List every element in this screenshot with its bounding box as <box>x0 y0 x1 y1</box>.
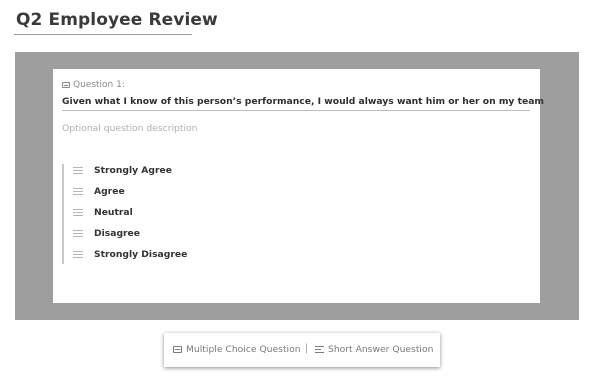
question-description-input[interactable]: Optional question description <box>62 123 197 134</box>
answer-options-list: Strongly Agree Agree Neutral Disagree St… <box>62 164 264 264</box>
question-card[interactable]: Question 1: Given what I know of this pe… <box>53 69 544 303</box>
page-title: Q2 Employee Review <box>16 10 218 30</box>
toolbar-separator: | <box>305 343 309 354</box>
form-icon <box>62 82 70 88</box>
short-answer-icon <box>315 345 324 354</box>
short-answer-label: Short Answer Question <box>328 344 434 355</box>
answer-option-label[interactable]: Strongly Agree <box>94 164 172 178</box>
multiple-choice-icon <box>173 346 182 353</box>
multiple-choice-label: Multiple Choice Question <box>186 344 301 355</box>
drag-handle-icon[interactable] <box>73 188 83 196</box>
add-short-answer-button[interactable]: Short Answer Question <box>315 344 433 355</box>
answer-option-label[interactable]: Strongly Disagree <box>94 248 187 262</box>
add-question-toolbar: Multiple Choice Question | Short Answer … <box>164 333 440 367</box>
drag-handle-icon[interactable] <box>73 209 83 217</box>
answer-option-label[interactable]: Disagree <box>94 227 140 241</box>
answer-option-label[interactable]: Agree <box>94 185 125 199</box>
answer-option-label[interactable]: Neutral <box>94 206 133 220</box>
drag-handle-icon[interactable] <box>73 251 83 259</box>
question-label-row: Question 1: <box>62 80 125 90</box>
title-underline <box>14 34 192 35</box>
question-input-underline <box>62 110 530 111</box>
question-text-input[interactable]: Given what I know of this person’s perfo… <box>62 96 544 107</box>
drag-handle-icon[interactable] <box>73 167 83 175</box>
drag-handle-icon[interactable] <box>73 230 83 238</box>
question-number-label: Question 1: <box>73 80 125 90</box>
question-canvas: Question 1: Given what I know of this pe… <box>15 52 579 320</box>
add-multiple-choice-button[interactable]: Multiple Choice Question <box>173 344 301 355</box>
